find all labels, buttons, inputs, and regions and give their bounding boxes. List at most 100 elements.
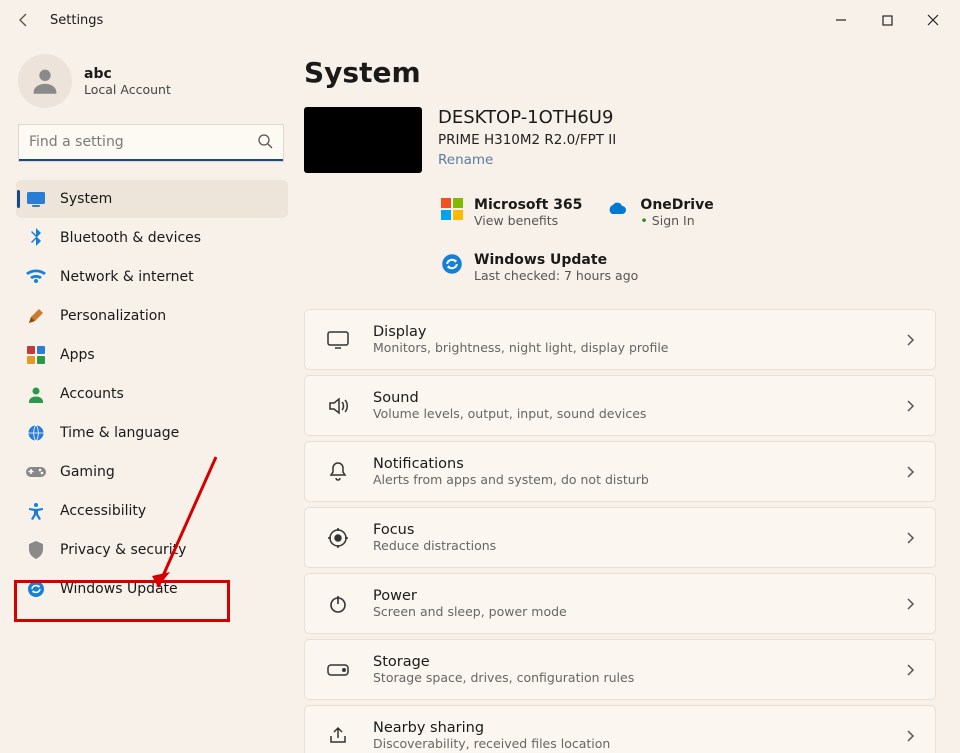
rename-link[interactable]: Rename — [438, 152, 616, 168]
maximize-icon — [882, 15, 893, 26]
bluetooth-icon — [26, 228, 46, 248]
status-sub: Last checked: 7 hours ago — [474, 268, 638, 283]
setting-storage[interactable]: StorageStorage space, drives, configurat… — [304, 639, 936, 700]
setting-desc: Monitors, brightness, night light, displ… — [373, 340, 883, 355]
nav-item-accounts[interactable]: Accounts — [16, 375, 288, 413]
nav-item-gaming[interactable]: Gaming — [16, 453, 288, 491]
nav-item-time[interactable]: Time & language — [16, 414, 288, 452]
nav-label: Bluetooth & devices — [60, 230, 201, 246]
minimize-button[interactable] — [818, 4, 864, 36]
nav-label: Accessibility — [60, 503, 146, 519]
setting-notifications[interactable]: NotificationsAlerts from apps and system… — [304, 441, 936, 502]
focus-icon — [325, 527, 351, 549]
share-icon — [325, 726, 351, 746]
status-sub: View benefits — [474, 213, 582, 228]
sound-icon — [325, 396, 351, 416]
setting-desc: Reduce distractions — [373, 538, 883, 553]
status-title: Microsoft 365 — [474, 197, 582, 213]
account-icon — [26, 384, 46, 404]
nav-label: Time & language — [60, 425, 179, 441]
title-bar: Settings — [0, 0, 960, 40]
avatar — [18, 54, 72, 108]
nav-label: System — [60, 191, 112, 207]
device-name: DESKTOP-1OTH6U9 — [438, 107, 616, 128]
nav-label: Windows Update — [60, 581, 178, 597]
profile-block[interactable]: abc Local Account — [16, 48, 288, 124]
setting-title: Focus — [373, 522, 883, 538]
status-windows-update[interactable]: Windows Update Last checked: 7 hours ago — [440, 252, 936, 283]
nav-label: Gaming — [60, 464, 115, 480]
nav-item-accessibility[interactable]: Accessibility — [16, 492, 288, 530]
power-icon — [325, 594, 351, 614]
search-box[interactable] — [18, 124, 284, 162]
nav-item-bluetooth[interactable]: Bluetooth & devices — [16, 219, 288, 257]
setting-desc: Screen and sleep, power mode — [373, 604, 883, 619]
window-controls — [818, 4, 956, 36]
profile-name: abc — [84, 66, 171, 82]
maximize-button[interactable] — [864, 4, 910, 36]
close-button[interactable] — [910, 4, 956, 36]
nav-item-personalization[interactable]: Personalization — [16, 297, 288, 335]
page-title: System — [304, 56, 936, 89]
profile-type: Local Account — [84, 82, 171, 97]
nav-label: Privacy & security — [60, 542, 186, 558]
status-title: Windows Update — [474, 252, 638, 268]
nav-item-apps[interactable]: Apps — [16, 336, 288, 374]
setting-nearby-sharing[interactable]: Nearby sharingDiscoverability, received … — [304, 705, 936, 753]
setting-title: Notifications — [373, 456, 883, 472]
status-sub: •Sign In — [640, 213, 713, 228]
display-icon — [26, 189, 46, 209]
status-onedrive[interactable]: OneDrive •Sign In — [606, 197, 713, 228]
minimize-icon — [835, 14, 847, 26]
nav: System Bluetooth & devices Network & int… — [16, 180, 288, 608]
chevron-right-icon — [905, 729, 915, 743]
monitor-icon — [325, 330, 351, 350]
globe-clock-icon — [26, 423, 46, 443]
chevron-right-icon — [905, 465, 915, 479]
setting-title: Power — [373, 588, 883, 604]
device-info: DESKTOP-1OTH6U9 PRIME H310M2 R2.0/FPT II… — [304, 107, 616, 173]
gamepad-icon — [26, 462, 46, 482]
setting-title: Sound — [373, 390, 883, 406]
update-icon — [440, 252, 464, 276]
window-title: Settings — [50, 13, 103, 28]
status-cards: Microsoft 365 View benefits OneDrive •Si… — [440, 197, 936, 283]
setting-title: Storage — [373, 654, 883, 670]
status-microsoft365[interactable]: Microsoft 365 View benefits — [440, 197, 582, 228]
search-input[interactable] — [19, 125, 283, 159]
arrow-left-icon — [16, 12, 32, 28]
nav-label: Accounts — [60, 386, 124, 402]
accessibility-icon — [26, 501, 46, 521]
nav-item-privacy[interactable]: Privacy & security — [16, 531, 288, 569]
device-thumbnail — [304, 107, 422, 173]
setting-sound[interactable]: SoundVolume levels, output, input, sound… — [304, 375, 936, 436]
setting-desc: Alerts from apps and system, do not dist… — [373, 472, 883, 487]
device-row: DESKTOP-1OTH6U9 PRIME H310M2 R2.0/FPT II… — [304, 107, 936, 283]
nav-item-network[interactable]: Network & internet — [16, 258, 288, 296]
setting-focus[interactable]: FocusReduce distractions — [304, 507, 936, 568]
setting-display[interactable]: DisplayMonitors, brightness, night light… — [304, 309, 936, 370]
chevron-right-icon — [905, 399, 915, 413]
apps-icon — [26, 345, 46, 365]
nav-item-system[interactable]: System — [16, 180, 288, 218]
chevron-right-icon — [905, 333, 915, 347]
wifi-icon — [26, 267, 46, 287]
setting-power[interactable]: PowerScreen and sleep, power mode — [304, 573, 936, 634]
search-icon — [257, 133, 273, 149]
settings-list: DisplayMonitors, brightness, night light… — [304, 309, 936, 753]
back-button[interactable] — [4, 0, 44, 40]
person-icon — [28, 64, 62, 98]
nav-item-update[interactable]: Windows Update — [16, 570, 288, 608]
setting-desc: Storage space, drives, configuration rul… — [373, 670, 883, 685]
chevron-right-icon — [905, 531, 915, 545]
update-icon — [26, 579, 46, 599]
main-panel: System DESKTOP-1OTH6U9 PRIME H310M2 R2.0… — [300, 40, 960, 753]
paintbrush-icon — [26, 306, 46, 326]
storage-icon — [325, 663, 351, 677]
setting-title: Nearby sharing — [373, 720, 883, 736]
shield-icon — [26, 540, 46, 560]
microsoft365-icon — [440, 197, 464, 221]
setting-desc: Volume levels, output, input, sound devi… — [373, 406, 883, 421]
status-title: OneDrive — [640, 197, 713, 213]
chevron-right-icon — [905, 663, 915, 677]
